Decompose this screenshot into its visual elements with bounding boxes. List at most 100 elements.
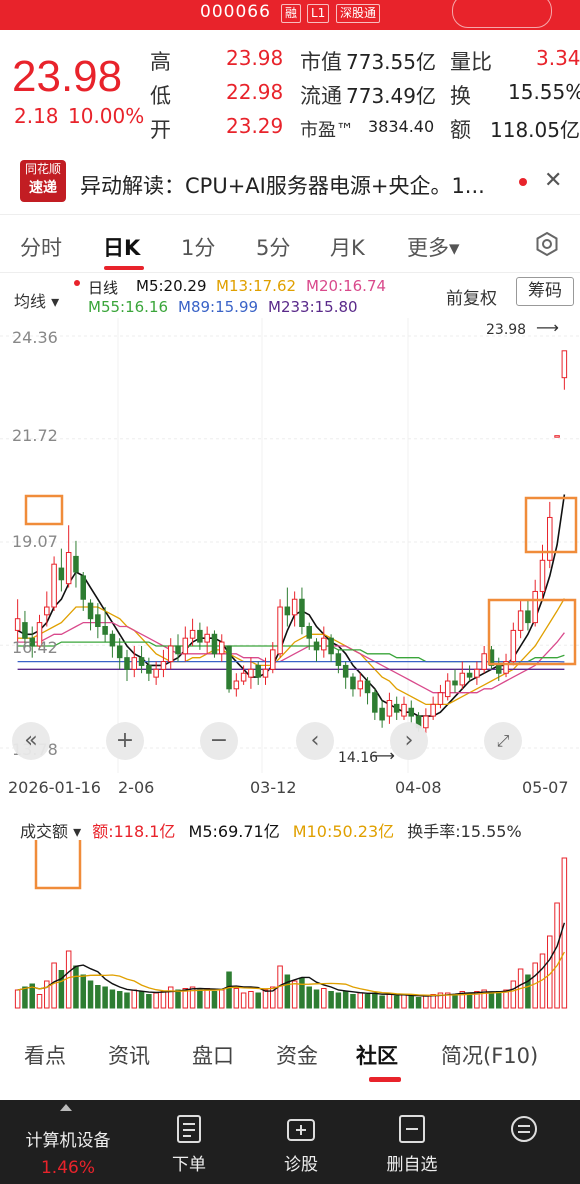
highlight-box <box>34 840 82 890</box>
order-icon[interactable] <box>176 1114 202 1144</box>
low-value: 22.98 <box>226 80 284 104</box>
news-headline[interactable]: 异动解读：CPU+AI服务器电源+央企。1... <box>80 170 485 200</box>
volume-bar <box>350 994 356 1009</box>
current-price: 23.98 <box>12 52 123 101</box>
candle <box>547 516 553 561</box>
scroll-left-icon[interactable]: ‹ <box>296 722 334 760</box>
sector-name[interactable]: 计算机设备 <box>8 1126 128 1151</box>
volume-bar <box>386 994 393 1009</box>
volume-bar <box>321 988 327 1009</box>
tab-orderbook[interactable]: 盘口 <box>192 1040 234 1070</box>
volume-bar <box>226 971 232 1009</box>
price-change: 2.18 <box>14 104 59 128</box>
volume-bar <box>116 991 123 1009</box>
candle <box>226 645 232 690</box>
volume-m10: M10:50.23亿 <box>292 822 395 841</box>
volume-bar <box>22 986 28 1009</box>
diagnose-icon[interactable] <box>286 1114 316 1144</box>
candle <box>495 664 502 674</box>
candle <box>58 567 65 581</box>
remove-watchlist-icon[interactable] <box>398 1114 426 1144</box>
candle <box>262 668 269 678</box>
rewind-icon[interactable]: « <box>12 722 50 760</box>
candle <box>102 626 108 635</box>
candle <box>65 552 72 585</box>
dot-icon <box>74 280 80 286</box>
daily-line-label: 日线 <box>88 279 119 297</box>
volume-bar <box>146 994 152 1009</box>
tab-1min[interactable]: 1分 <box>181 232 215 262</box>
candle <box>204 633 210 643</box>
diagnose-button[interactable]: 诊股 <box>272 1150 330 1175</box>
margin-tag: 融 <box>281 4 302 23</box>
candle <box>481 653 487 670</box>
volume-amount: 额:118.1亿 <box>92 822 176 841</box>
volume-bar <box>233 988 240 1009</box>
volume-bar <box>109 989 116 1009</box>
ma-selector[interactable]: 均线 ▾ <box>14 288 59 312</box>
candle <box>211 633 218 655</box>
candle <box>51 563 57 608</box>
volume-bar <box>14 989 21 1009</box>
volume-bar <box>175 989 181 1009</box>
chips-button[interactable]: 筹码 <box>516 277 574 306</box>
adjustment-toggle[interactable]: 前复权 <box>446 284 497 309</box>
settings-icon[interactable] <box>534 231 560 257</box>
tab-news[interactable]: 资讯 <box>108 1040 150 1070</box>
candle <box>335 653 342 666</box>
volume-bar <box>291 980 298 1009</box>
tab-monthly-k[interactable]: 月K <box>330 232 365 262</box>
candle <box>452 680 458 686</box>
candle <box>379 707 385 721</box>
sector-change: 1.46% <box>40 1158 95 1178</box>
tab-funds[interactable]: 资金 <box>276 1040 318 1070</box>
volume-bar <box>131 989 138 1009</box>
tab-f10-profile[interactable]: 简况(F10) <box>441 1040 538 1070</box>
header-action-button[interactable] <box>452 0 552 28</box>
volume-bar <box>379 995 385 1009</box>
scroll-right-icon[interactable]: › <box>390 722 428 760</box>
candle <box>255 664 261 678</box>
tab-more[interactable]: 更多▾ <box>407 232 460 262</box>
ma13-value: M13:17.62 <box>216 277 297 295</box>
candle <box>189 629 196 639</box>
tab-daily-k[interactable]: 日K <box>103 232 140 262</box>
candle <box>167 645 174 663</box>
order-button[interactable]: 下单 <box>160 1150 218 1175</box>
volume-bar <box>328 991 334 1009</box>
tab-intraday[interactable]: 分时 <box>20 232 62 262</box>
news-logo-top: 同花顺 <box>24 162 61 176</box>
zoom-out-icon[interactable]: − <box>200 722 238 760</box>
high-label: 高 <box>150 50 171 74</box>
candle <box>444 680 451 698</box>
candle <box>248 668 254 678</box>
high-marker-label: 23.98 <box>486 322 527 338</box>
volume-selector[interactable]: 成交额 ▾ <box>20 822 81 841</box>
volume-bar <box>415 997 422 1009</box>
volume-bar <box>211 991 218 1009</box>
volume-bar <box>36 994 43 1009</box>
candle <box>73 555 79 573</box>
fullscreen-icon[interactable]: ⤢ <box>484 722 522 760</box>
tab-5min[interactable]: 5分 <box>256 232 290 262</box>
volume-bar <box>284 974 291 1009</box>
candle <box>539 559 546 592</box>
close-icon[interactable]: ✕ <box>544 168 562 193</box>
tab-highlights[interactable]: 看点 <box>24 1040 66 1070</box>
open-label: 开 <box>150 118 171 142</box>
candle <box>342 664 349 678</box>
volume-bar <box>197 989 203 1009</box>
zoom-in-icon[interactable]: + <box>106 722 144 760</box>
candle <box>364 680 371 694</box>
chart-grid <box>0 318 580 773</box>
tab-community[interactable]: 社区 <box>356 1040 398 1070</box>
volume-chart[interactable] <box>0 840 580 1015</box>
ma20-value: M20:16.74 <box>306 277 387 295</box>
volume-bar <box>357 992 364 1009</box>
menu-icon[interactable] <box>509 1114 539 1144</box>
remove-watchlist-button[interactable]: 删自选 <box>376 1150 448 1175</box>
volume-bar <box>65 950 72 1009</box>
mktcap-label: 市值 <box>300 50 342 74</box>
caret-up-icon <box>60 1104 72 1111</box>
candle <box>466 672 473 678</box>
